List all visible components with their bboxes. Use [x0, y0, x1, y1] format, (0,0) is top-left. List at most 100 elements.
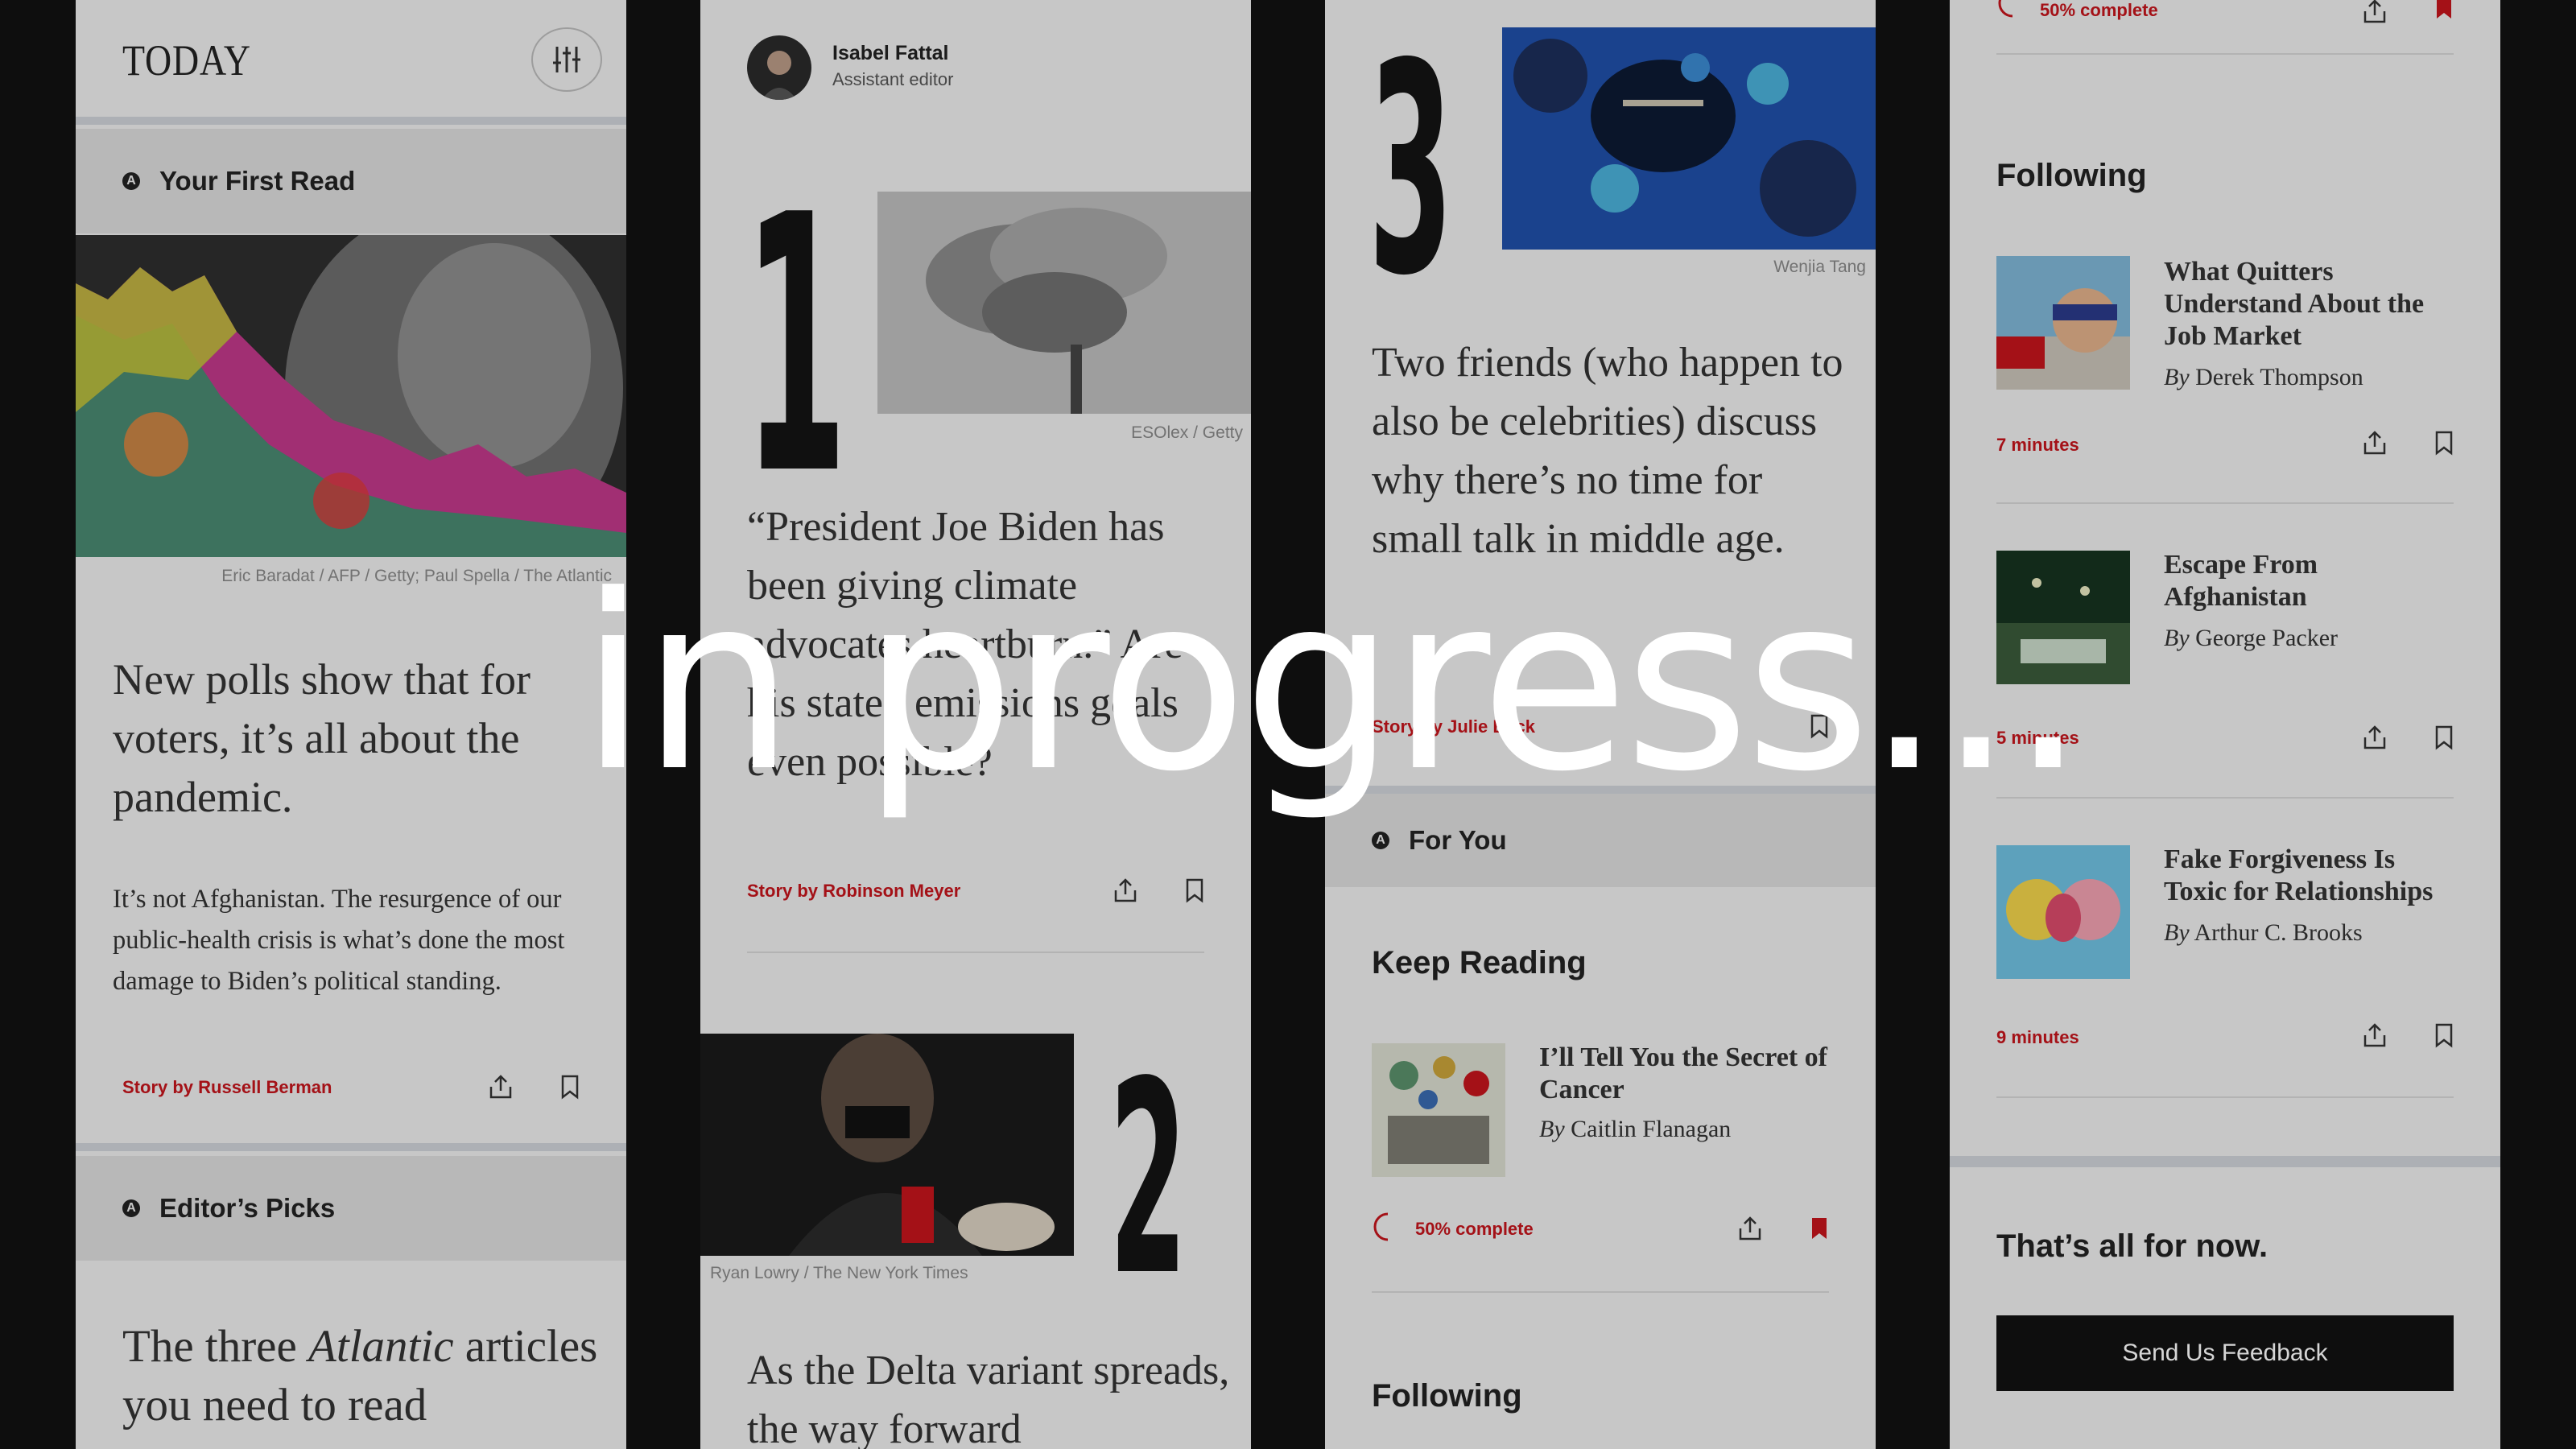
share-button[interactable]	[2359, 0, 2391, 27]
article-author: By George Packer	[2164, 625, 2338, 652]
progress-label: 50% complete	[1415, 1219, 1534, 1239]
image-credit: Wenjia Tang	[1773, 258, 1866, 276]
share-button[interactable]	[2359, 427, 2391, 459]
headline[interactable]: Two friends (who happen to also be celeb…	[1372, 333, 1855, 568]
article-thumbnail[interactable]	[1996, 845, 2130, 979]
sliders-icon	[553, 47, 580, 72]
read-time: 7 minutes	[1996, 435, 2079, 455]
bookmark-button[interactable]	[2428, 0, 2460, 24]
bookmark-filled-icon	[1812, 1218, 1827, 1239]
divider	[1372, 1291, 1829, 1293]
divider	[1996, 53, 2454, 55]
article-thumbnail[interactable]	[1996, 256, 2130, 390]
share-button[interactable]	[1734, 1212, 1766, 1245]
divider	[1996, 502, 2454, 504]
divider	[747, 952, 1204, 953]
article-title[interactable]: What Quitters Understand About the Job M…	[2164, 256, 2462, 353]
hero-image[interactable]	[76, 235, 626, 557]
bookmark-button[interactable]	[2428, 1019, 2460, 1051]
rank-number-1: 1	[744, 140, 848, 552]
dek: It’s not Afghanistan. The resurgence of …	[113, 885, 565, 996]
story-image-illustration[interactable]	[1502, 27, 1876, 250]
byline[interactable]: Story by Robinson Meyer	[747, 881, 960, 902]
share-icon	[2363, 0, 2386, 23]
bookmark-button[interactable]	[2428, 721, 2460, 753]
avatar	[747, 35, 811, 100]
author-name: Arthur C. Brooks	[2194, 919, 2363, 946]
read-time: 9 minutes	[1996, 1027, 2079, 1047]
atlantic-logo-icon: A	[1372, 832, 1389, 849]
keep-reading-heading: Keep Reading	[1372, 945, 1587, 980]
bookmark-icon	[1186, 878, 1203, 903]
header-divider	[76, 117, 626, 125]
bookmark-button[interactable]	[554, 1071, 586, 1103]
atlantic-logo-icon: A	[122, 1199, 140, 1217]
article-title[interactable]: Fake Forgiveness Is Toxic for Relationsh…	[2164, 844, 2462, 908]
section-label: For You	[1409, 825, 1507, 855]
share-icon	[1739, 1216, 1761, 1241]
bookmark-icon	[561, 1075, 579, 1100]
bookmark-button[interactable]	[2428, 427, 2460, 459]
article-title[interactable]: Escape From Afghanistan	[2164, 549, 2462, 613]
article-thumbnail[interactable]	[1372, 1043, 1505, 1177]
share-button[interactable]	[2359, 1019, 2391, 1051]
bookmark-button[interactable]	[1179, 874, 1211, 906]
section-divider	[76, 1143, 626, 1151]
article-title[interactable]: I’ll Tell You the Secret of Cancer	[1539, 1042, 1837, 1106]
image-credit: Ryan Lowry / The New York Times	[710, 1264, 968, 1282]
share-icon	[1114, 878, 1137, 902]
editors-picks-section-bar: A Editor’s Picks	[76, 1156, 626, 1261]
share-icon	[489, 1075, 512, 1099]
following-heading: Following	[1372, 1378, 1522, 1414]
share-icon	[2363, 1023, 2386, 1047]
section-divider	[1950, 1156, 2500, 1167]
send-feedback-button[interactable]: Send Us Feedback	[1996, 1315, 2454, 1391]
author-name: Caitlin Flanagan	[1571, 1116, 1732, 1142]
bookmark-icon	[2435, 1023, 2453, 1048]
today-header: TODAY	[76, 0, 626, 117]
progress-ring-icon	[1372, 1211, 1404, 1243]
article-author: By Arthur C. Brooks	[2164, 919, 2363, 947]
editor-role: Assistant editor	[832, 69, 954, 89]
image-credit: ESOlex / Getty	[1131, 423, 1243, 442]
filter-button[interactable]	[531, 27, 602, 92]
progress-ring-icon	[1996, 0, 2029, 19]
first-read-section-bar: A Your First Read	[76, 129, 626, 233]
share-button[interactable]	[1109, 874, 1141, 906]
share-icon	[2363, 725, 2386, 749]
editor-name: Isabel Fattal	[832, 42, 949, 64]
following-heading: Following	[1996, 158, 2147, 193]
atlantic-logo-icon: A	[122, 172, 140, 190]
article-author: By Derek Thompson	[2164, 364, 2363, 391]
by-label: By	[2164, 625, 2190, 651]
headline-2[interactable]: As the Delta variant spreads, the way fo…	[747, 1341, 1230, 1449]
by-label: By	[1539, 1116, 1565, 1142]
bookmark-button[interactable]	[1803, 1212, 1835, 1245]
today-column: TODAY A Your First Read Eric Baradat / A…	[76, 0, 626, 1449]
story-image-mask[interactable]	[700, 1034, 1074, 1256]
rank-number-3: 3	[1368, 2, 1454, 339]
author-name: George Packer	[2195, 625, 2339, 651]
image-credit: Eric Baradat / AFP / Getty; Paul Spella …	[221, 567, 612, 585]
picks-headline: The three Atlantic articles you need to …	[122, 1317, 605, 1435]
progress-label: 50% complete	[2040, 0, 2158, 20]
share-button[interactable]	[2359, 721, 2391, 753]
page-title: TODAY	[122, 36, 251, 85]
by-label: By	[2164, 919, 2190, 946]
in-progress-overlay: in progress...	[580, 543, 2087, 824]
rank-number-2: 2	[1109, 1025, 1187, 1334]
share-button[interactable]	[485, 1071, 517, 1103]
byline[interactable]: Story by Russell Berman	[122, 1077, 332, 1098]
section-label: Your First Read	[159, 166, 356, 196]
story-image-smokestack[interactable]	[877, 192, 1251, 414]
end-of-feed-label: That’s all for now.	[1996, 1228, 2268, 1264]
bookmark-icon	[2435, 431, 2453, 456]
bookmark-icon	[2435, 725, 2453, 750]
article-author: By Caitlin Flanagan	[1539, 1116, 1731, 1143]
section-label: Editor’s Picks	[159, 1193, 336, 1223]
share-icon	[2363, 431, 2386, 455]
divider	[1996, 1096, 2454, 1098]
picks-headline-text: The three	[122, 1321, 309, 1372]
headline[interactable]: New polls show that for voters, it’s all…	[113, 650, 596, 827]
picks-headline-italic: Atlantic	[308, 1321, 454, 1372]
